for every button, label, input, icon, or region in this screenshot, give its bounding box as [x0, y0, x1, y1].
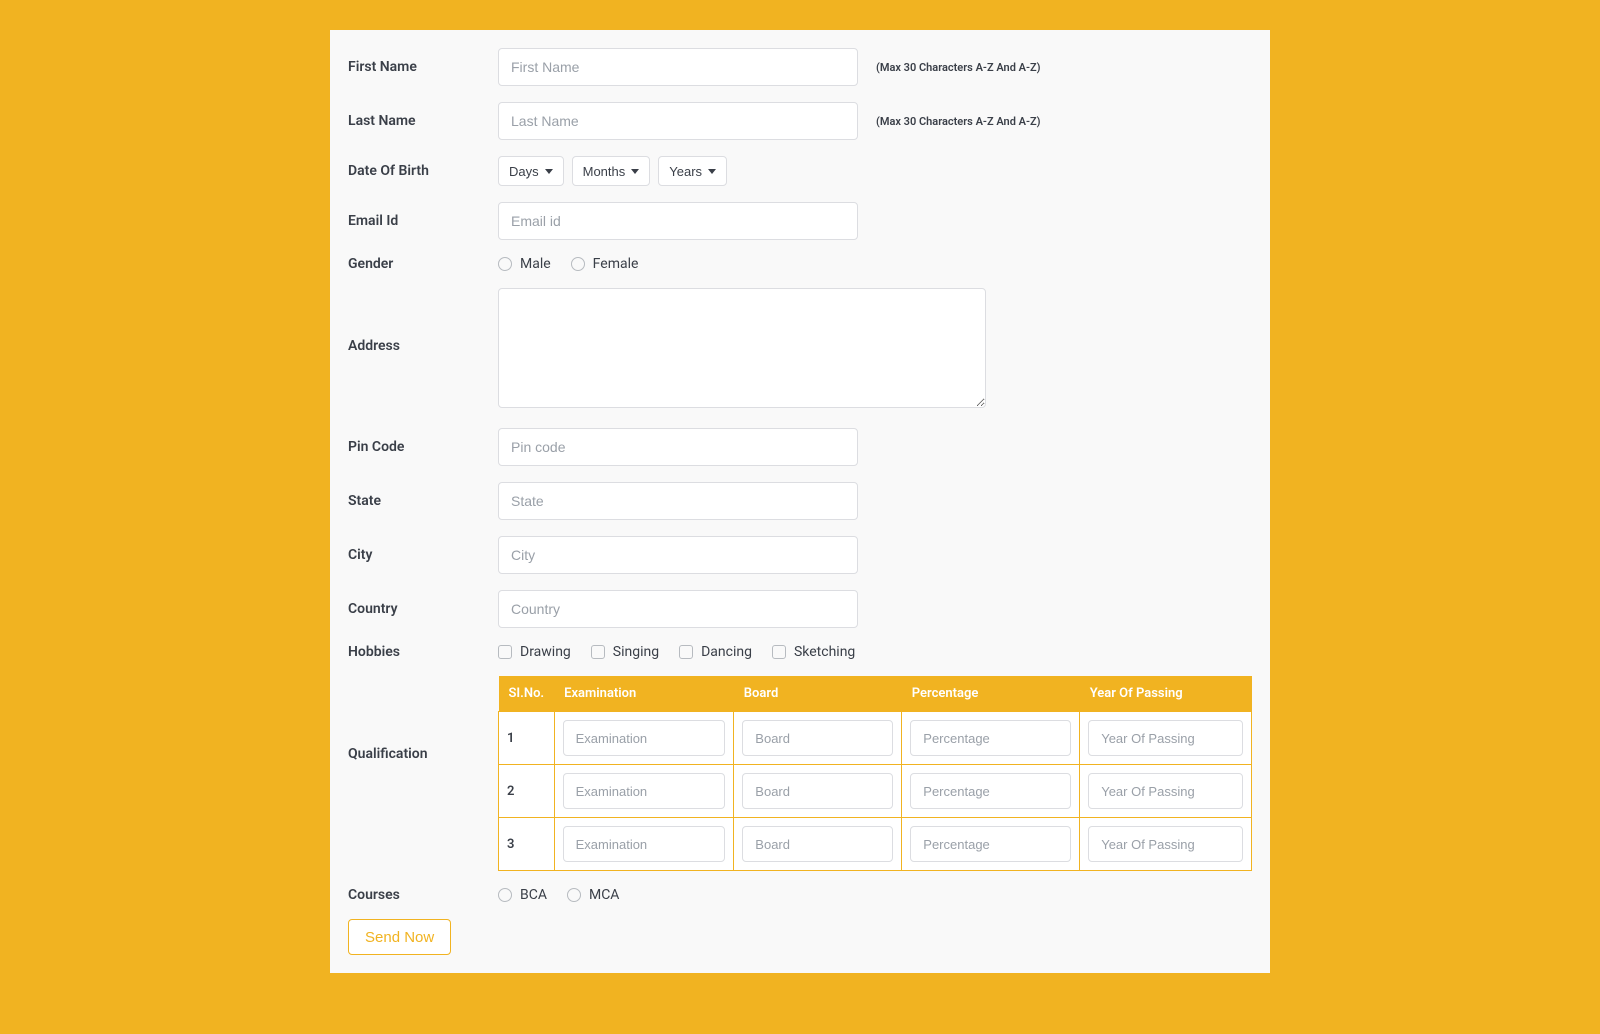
qt-percentage-input[interactable] [910, 773, 1071, 809]
first-name-hint: (Max 30 Characters A-Z And A-Z) [858, 61, 1041, 74]
qt-board-input[interactable] [742, 720, 893, 756]
dob-years-label: Years [669, 164, 702, 179]
row-qualification: Qualification SI.No. Examination Board P… [348, 676, 1252, 871]
radio-icon [498, 257, 512, 271]
qt-examination-input[interactable] [563, 826, 726, 862]
caret-down-icon [708, 169, 716, 174]
row-gender: Gender Male Female [348, 256, 1252, 272]
gender-female-radio[interactable]: Female [571, 256, 639, 272]
row-address: Address [348, 288, 1252, 412]
label-email: Email Id [348, 213, 498, 229]
qt-year-input[interactable] [1088, 773, 1243, 809]
qt-header-year: Year Of Passing [1080, 676, 1252, 712]
qt-row-num: 1 [499, 712, 555, 765]
label-gender: Gender [348, 256, 498, 272]
label-dob: Date Of Birth [348, 163, 498, 179]
qt-board-input[interactable] [742, 773, 893, 809]
dob-days-label: Days [509, 164, 539, 179]
hobby-dancing-checkbox[interactable]: Dancing [679, 644, 752, 660]
qt-percentage-input[interactable] [910, 720, 1071, 756]
checkbox-icon [591, 645, 605, 659]
checkbox-icon [679, 645, 693, 659]
row-country: Country [348, 590, 1252, 628]
qt-year-input[interactable] [1088, 720, 1243, 756]
radio-icon [498, 888, 512, 902]
address-input[interactable] [498, 288, 986, 408]
label-hobbies: Hobbies [348, 644, 498, 660]
table-row: 1 [499, 712, 1252, 765]
radio-icon [567, 888, 581, 902]
label-pincode: Pin Code [348, 439, 498, 455]
qt-examination-input[interactable] [563, 773, 726, 809]
course-mca-label: MCA [589, 887, 619, 903]
qt-percentage-input[interactable] [910, 826, 1071, 862]
course-mca-radio[interactable]: MCA [567, 887, 619, 903]
state-input[interactable] [498, 482, 858, 520]
hobby-drawing-label: Drawing [520, 644, 571, 660]
email-input[interactable] [498, 202, 858, 240]
row-email: Email Id [348, 202, 1252, 240]
course-bca-label: BCA [520, 887, 547, 903]
row-city: City [348, 536, 1252, 574]
label-first-name: First Name [348, 59, 498, 75]
label-city: City [348, 547, 498, 563]
first-name-input[interactable] [498, 48, 858, 86]
last-name-hint: (Max 30 Characters A-Z And A-Z) [858, 115, 1041, 128]
qt-header-slno: SI.No. [499, 676, 555, 712]
hobby-sketching-label: Sketching [794, 644, 855, 660]
form-container: First Name (Max 30 Characters A-Z And A-… [330, 30, 1270, 973]
label-qualification: Qualification [348, 676, 498, 762]
caret-down-icon [631, 169, 639, 174]
radio-icon [571, 257, 585, 271]
row-submit: Send Now [348, 919, 1252, 955]
qt-header-percentage: Percentage [902, 676, 1080, 712]
country-input[interactable] [498, 590, 858, 628]
dob-years-dropdown[interactable]: Years [658, 156, 727, 186]
table-row: 2 [499, 765, 1252, 818]
gender-male-radio[interactable]: Male [498, 256, 551, 272]
qt-year-input[interactable] [1088, 826, 1243, 862]
table-row: 3 [499, 818, 1252, 871]
label-address: Address [348, 288, 498, 354]
pincode-input[interactable] [498, 428, 858, 466]
qt-examination-input[interactable] [563, 720, 726, 756]
dob-months-dropdown[interactable]: Months [572, 156, 651, 186]
row-hobbies: Hobbies Drawing Singing Dancing Sketchin… [348, 644, 1252, 660]
label-courses: Courses [348, 887, 498, 903]
course-bca-radio[interactable]: BCA [498, 887, 547, 903]
row-last-name: Last Name (Max 30 Characters A-Z And A-Z… [348, 102, 1252, 140]
label-last-name: Last Name [348, 113, 498, 129]
dob-months-label: Months [583, 164, 626, 179]
hobby-singing-checkbox[interactable]: Singing [591, 644, 659, 660]
city-input[interactable] [498, 536, 858, 574]
caret-down-icon [545, 169, 553, 174]
row-state: State [348, 482, 1252, 520]
gender-male-label: Male [520, 256, 551, 272]
last-name-input[interactable] [498, 102, 858, 140]
qt-row-num: 3 [499, 818, 555, 871]
qualification-table: SI.No. Examination Board Percentage Year… [498, 676, 1252, 871]
hobby-singing-label: Singing [613, 644, 659, 660]
row-first-name: First Name (Max 30 Characters A-Z And A-… [348, 48, 1252, 86]
dob-days-dropdown[interactable]: Days [498, 156, 564, 186]
checkbox-icon [498, 645, 512, 659]
send-now-button[interactable]: Send Now [348, 919, 451, 955]
qt-board-input[interactable] [742, 826, 893, 862]
label-state: State [348, 493, 498, 509]
gender-female-label: Female [593, 256, 639, 272]
row-courses: Courses BCA MCA [348, 887, 1252, 903]
row-pincode: Pin Code [348, 428, 1252, 466]
qt-header-examination: Examination [554, 676, 734, 712]
qt-header-board: Board [734, 676, 902, 712]
row-dob: Date Of Birth Days Months Years [348, 156, 1252, 186]
hobby-dancing-label: Dancing [701, 644, 752, 660]
qt-row-num: 2 [499, 765, 555, 818]
hobby-sketching-checkbox[interactable]: Sketching [772, 644, 855, 660]
checkbox-icon [772, 645, 786, 659]
hobby-drawing-checkbox[interactable]: Drawing [498, 644, 571, 660]
label-country: Country [348, 601, 498, 617]
